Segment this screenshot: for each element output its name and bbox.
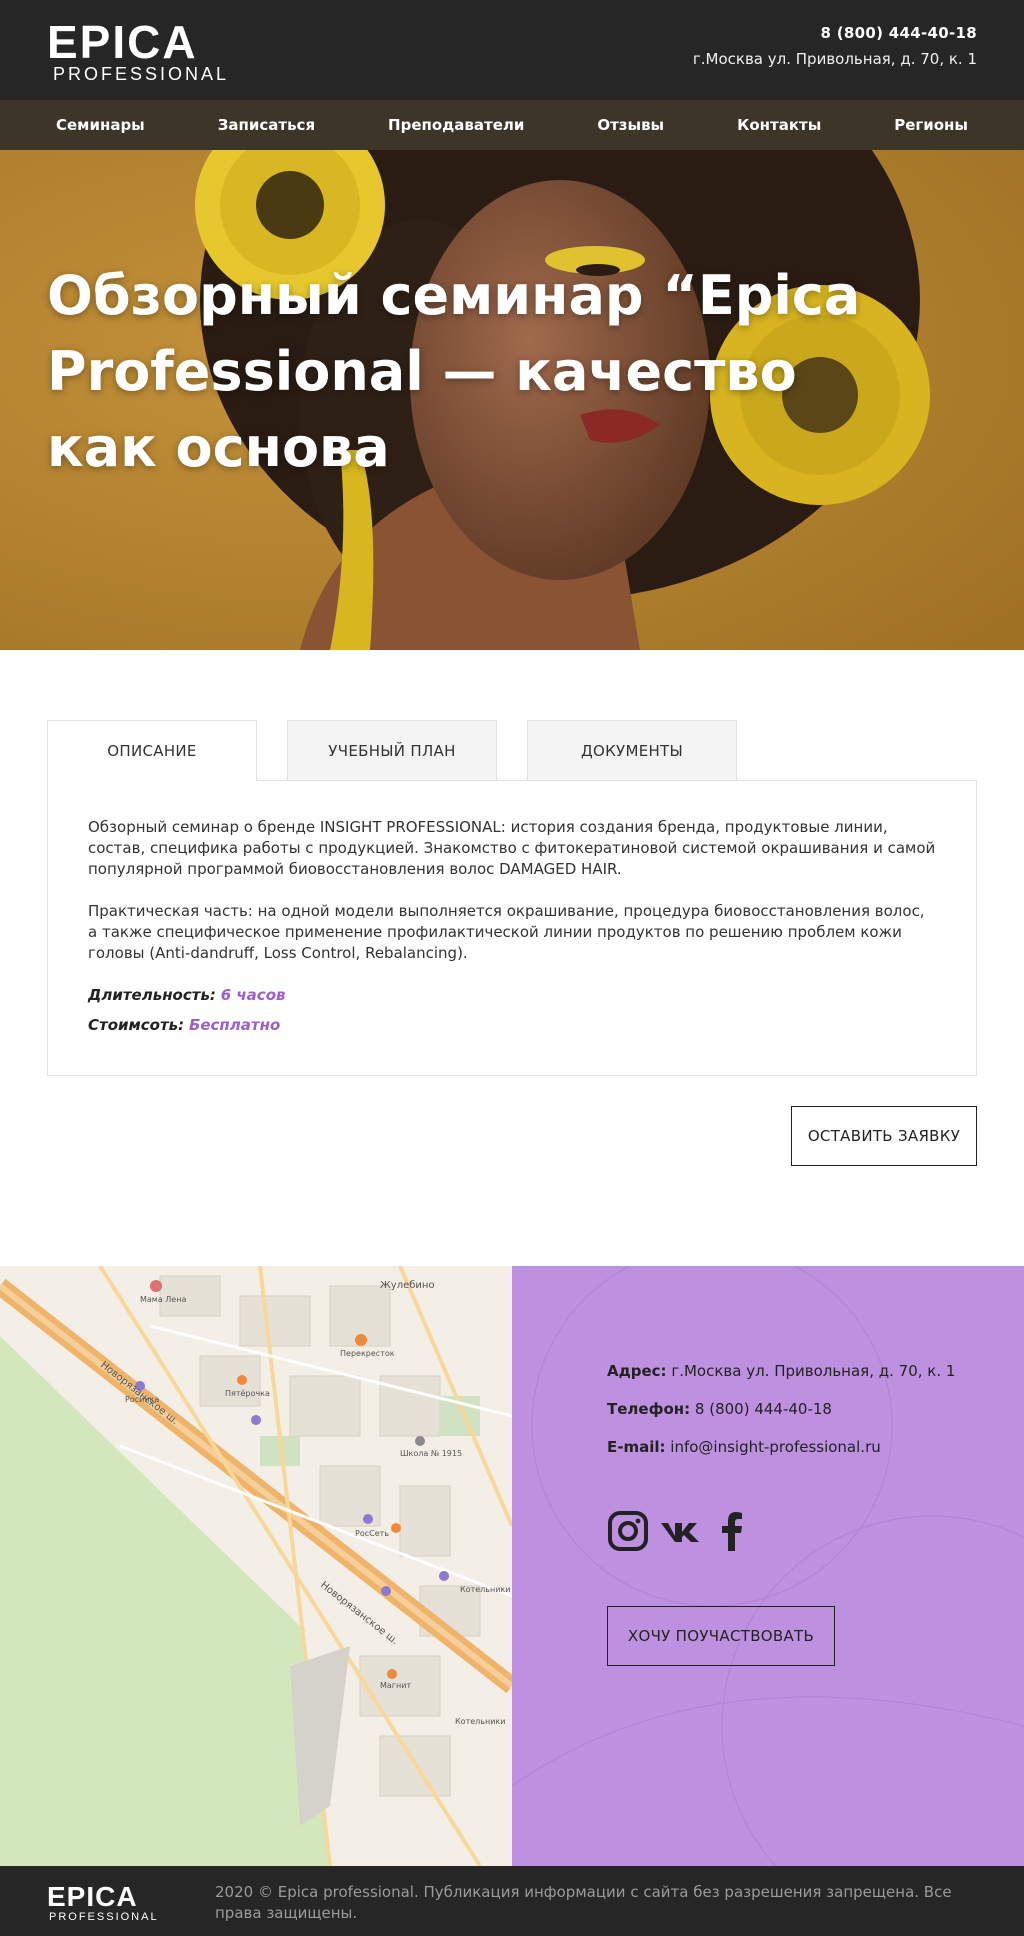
phone-value[interactable]: 8 (800) 444-40-18	[695, 1400, 832, 1418]
copyright-text: 2020 © Epica professional. Публикация ин…	[215, 1883, 952, 1922]
address-label: Адрес:	[607, 1362, 667, 1380]
main-nav: Семинары Записаться Преподаватели Отзывы…	[0, 100, 1024, 150]
header-address: г.Москва ул. Привольная, д. 70, к. 1	[692, 50, 977, 68]
contact-address: Адрес: г.Москва ул. Привольная, д. 70, к…	[607, 1362, 955, 1380]
nav-item-regions[interactable]: Регионы	[894, 116, 968, 134]
svg-text:Магнит: Магнит	[380, 1681, 411, 1690]
tab-description[interactable]: ОПИСАНИЕ	[47, 720, 257, 781]
svg-text:Котельники: Котельники	[455, 1717, 505, 1726]
nav-item-teachers[interactable]: Преподаватели	[388, 116, 524, 134]
email-value[interactable]: info@insight-professional.ru	[670, 1438, 880, 1456]
duration-row: Длительность: 6 часов	[88, 985, 936, 1006]
page-title: Обзорный семинар “Epica Professional — к…	[47, 264, 861, 479]
tab-bar: ОПИСАНИЕ УЧЕБНЫЙ ПЛАН ДОКУМЕНТЫ	[47, 720, 737, 781]
footer: EPICA PROFESSIONAL 2020 © Epica professi…	[0, 1866, 1024, 1936]
svg-text:EPICA: EPICA	[47, 1881, 138, 1912]
price-label: Стоимсоть:	[88, 1016, 185, 1034]
brand-logo[interactable]: EPICA PROFESSIONAL	[47, 16, 243, 84]
svg-text:Школа № 1915: Школа № 1915	[400, 1449, 462, 1458]
decorative-lines	[512, 1266, 1024, 1866]
email-label: E-mail:	[607, 1438, 666, 1456]
contact-phone: Телефон: 8 (800) 444-40-18	[607, 1400, 955, 1418]
svg-text:Пятёрочка: Пятёрочка	[225, 1389, 270, 1398]
tab-panel-description: Обзорный семинар о бренде INSIGHT PROFES…	[47, 780, 977, 1076]
header-phone[interactable]: 8 (800) 444-40-18	[693, 24, 977, 42]
price-value: Бесплатно	[188, 1016, 281, 1034]
svg-text:РосСеть: РосСеть	[355, 1529, 389, 1538]
nav-item-signup[interactable]: Записаться	[218, 116, 315, 134]
nav-item-reviews[interactable]: Отзывы	[597, 116, 664, 134]
svg-text:Котельники: Котельники	[460, 1585, 510, 1594]
description-paragraph-2: Практическая часть: на одной модели выпо…	[88, 902, 925, 962]
header-contact: 8 (800) 444-40-18 г.Москва ул. Привольна…	[693, 24, 977, 68]
contact-email: E-mail: info@insight-professional.ru	[607, 1438, 955, 1456]
price-row: Стоимсоть: Бесплатно	[88, 1015, 936, 1036]
phone-label: Телефон:	[607, 1400, 691, 1418]
duration-label: Длительность:	[88, 986, 216, 1004]
contacts-panel: Адрес: г.Москва ул. Привольная, д. 70, к…	[512, 1266, 1024, 1866]
hero-banner: Обзорный семинар “Epica Professional — к…	[0, 150, 1024, 650]
address-value: г.Москва ул. Привольная, д. 70, к. 1	[671, 1362, 956, 1380]
tab-documents[interactable]: ДОКУМЕНТЫ	[527, 720, 737, 780]
tab-curriculum[interactable]: УЧЕБНЫЙ ПЛАН	[287, 720, 497, 780]
participate-button[interactable]: ХОЧУ ПОУЧАСТВОВАТЬ	[607, 1606, 835, 1666]
contact-lines: Адрес: г.Москва ул. Привольная, д. 70, к…	[607, 1362, 955, 1476]
social-links	[607, 1510, 753, 1552]
svg-text:PROFESSIONAL: PROFESSIONAL	[49, 1911, 159, 1922]
footer-logo[interactable]: EPICA PROFESSIONAL	[47, 1880, 167, 1923]
description-paragraph-1: Обзорный семинар о бренде INSIGHT PROFES…	[88, 818, 936, 878]
svg-text:PROFESSIONAL: PROFESSIONAL	[53, 64, 229, 84]
nav-item-contacts[interactable]: Контакты	[737, 116, 821, 134]
svg-text:Перекресток: Перекресток	[340, 1349, 395, 1358]
duration-value: 6 часов	[220, 986, 286, 1004]
facebook-icon[interactable]	[711, 1510, 753, 1552]
svg-text:Росинка: Росинка	[125, 1395, 159, 1404]
vk-icon[interactable]	[659, 1510, 701, 1552]
location-map[interactable]: Новорязанское ш. Новорязанское ш. Жулеби…	[0, 1266, 512, 1866]
instagram-icon[interactable]	[607, 1510, 649, 1552]
apply-button[interactable]: ОСТАВИТЬ ЗАЯВКУ	[791, 1106, 977, 1166]
svg-text:EPICA: EPICA	[47, 18, 198, 68]
header: EPICA PROFESSIONAL 8 (800) 444-40-18 г.М…	[0, 0, 1024, 100]
nav-item-seminars[interactable]: Семинары	[56, 116, 145, 134]
svg-text:Мама Лена: Мама Лена	[140, 1295, 186, 1304]
svg-text:Жулебино: Жулебино	[380, 1280, 435, 1291]
